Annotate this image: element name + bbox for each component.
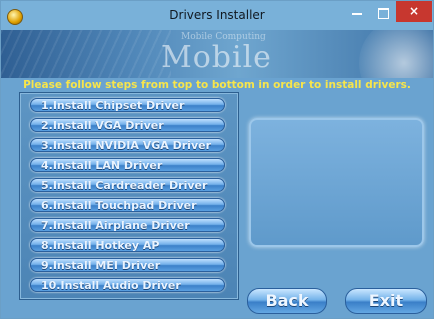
driver-list-panel: 1.Install Chipset Driver 2.Install VGA D… [19,92,239,300]
exit-button[interactable]: Exit [345,288,427,314]
banner-decoration [1,30,171,78]
drivers-installer-window: Drivers Installer × Mobile Computing Mob… [0,0,434,319]
globe-icon [359,30,433,78]
minimize-icon[interactable] [346,6,368,20]
install-audio-driver-button[interactable]: 10.Install Audio Driver [30,278,225,292]
instructions-text: Please follow steps from top to bottom i… [23,79,411,91]
install-cardreader-driver-button[interactable]: 5.Install Cardreader Driver [30,178,225,192]
close-icon[interactable]: × [396,1,432,22]
window-title: Drivers Installer [169,8,265,22]
install-chipset-driver-button[interactable]: 1.Install Chipset Driver [30,98,225,112]
back-button[interactable]: Back [247,288,327,314]
install-mei-driver-button[interactable]: 9.Install MEI Driver [30,258,225,272]
install-touchpad-driver-button[interactable]: 6.Install Touchpad Driver [30,198,225,212]
install-hotkey-ap-button[interactable]: 8.Install Hotkey AP [30,238,225,252]
maximize-icon[interactable] [372,6,394,20]
preview-panel [249,118,424,247]
install-lan-driver-button[interactable]: 4.Install LAN Driver [30,158,225,172]
install-nvidia-vga-driver-button[interactable]: 3.Install NVIDIA VGA Driver [30,138,225,152]
install-vga-driver-button[interactable]: 2.Install VGA Driver [30,118,225,132]
install-airplane-driver-button[interactable]: 7.Install Airplane Driver [30,218,225,232]
banner: Mobile Computing Mobile Computing [1,30,433,78]
title-bar: Drivers Installer × [1,1,433,30]
